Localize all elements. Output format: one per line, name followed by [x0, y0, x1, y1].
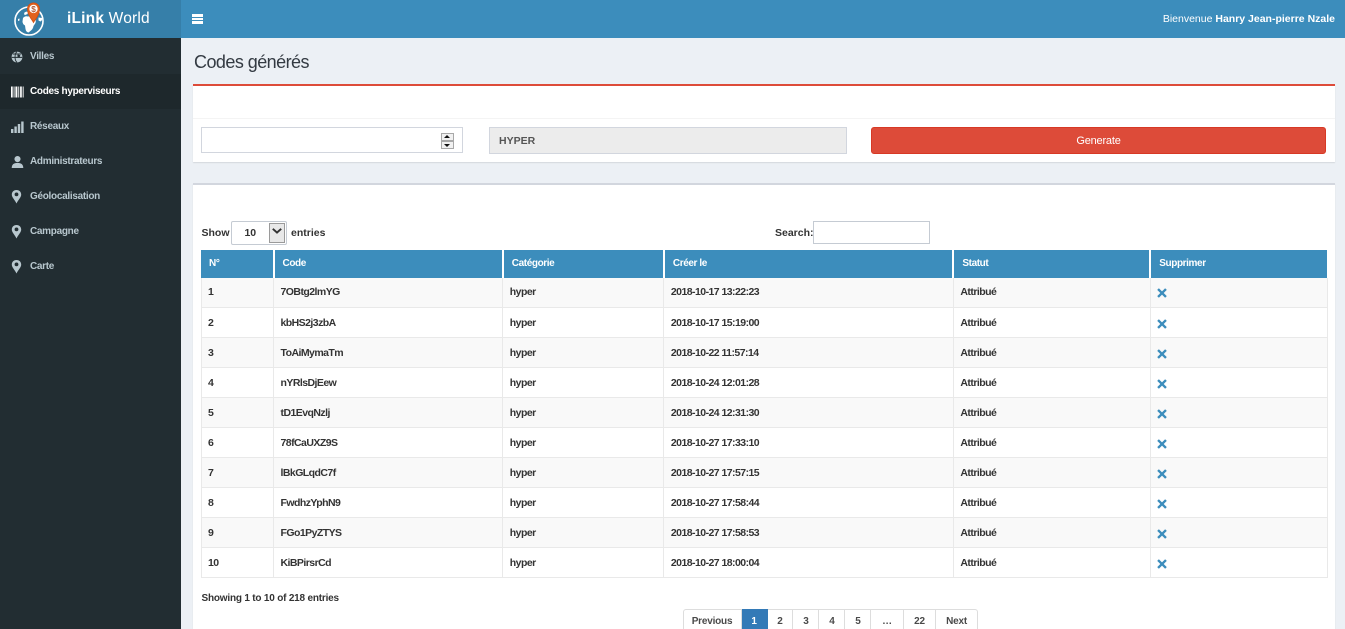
svg-text:$: $ [31, 5, 36, 14]
